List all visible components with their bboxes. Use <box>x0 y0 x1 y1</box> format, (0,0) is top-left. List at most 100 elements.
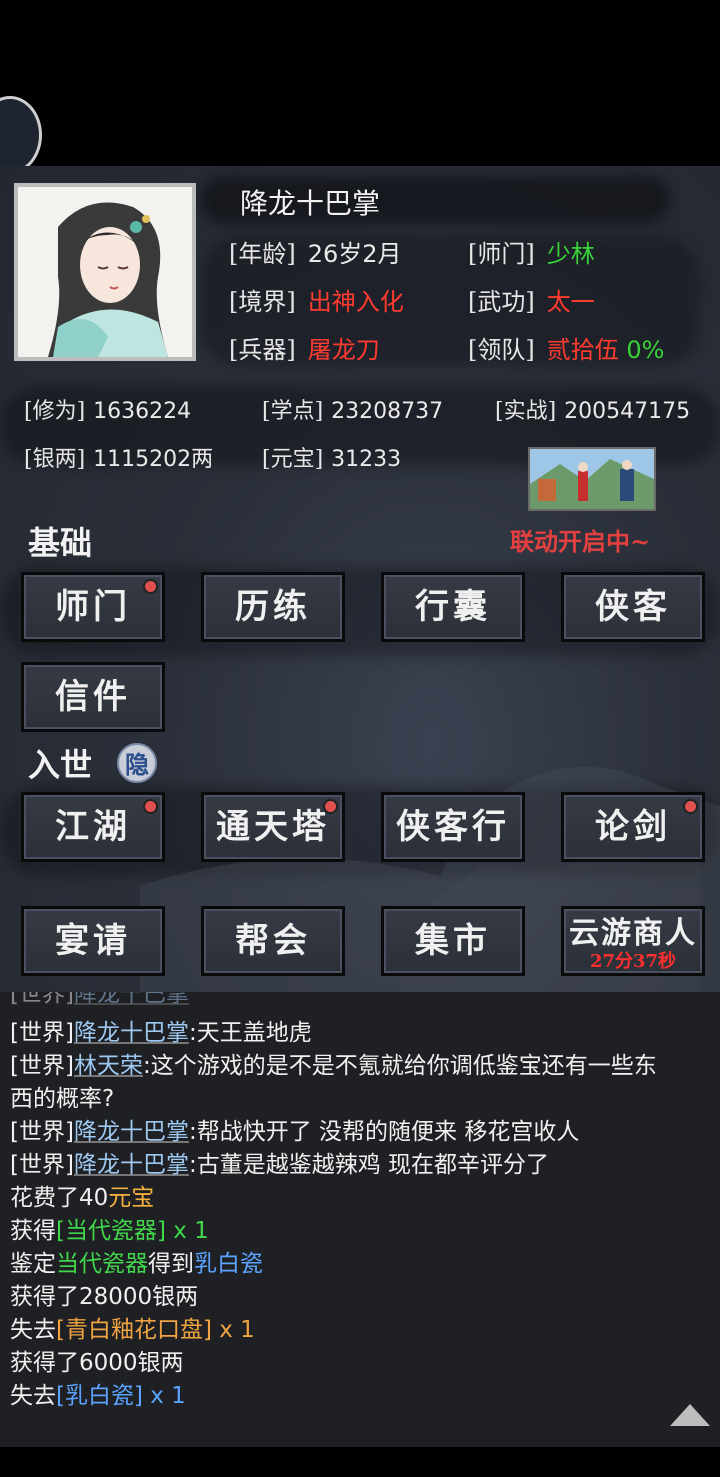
corner-menu-button[interactable] <box>0 96 42 174</box>
event-status-text[interactable]: 联动开启中~ <box>510 522 650 557</box>
character-portrait-art <box>18 187 192 357</box>
team-value: 贰拾伍 <box>546 336 619 364</box>
team-stat: [领队] 贰拾伍 0% <box>468 330 664 365</box>
ingot-value: 31233 <box>331 447 402 472</box>
guild-button[interactable]: 帮会 <box>201 906 345 976</box>
weapon-stat: [兵器] 屠龙刀 <box>229 330 380 365</box>
log-text: 西的概率? <box>10 1086 115 1112</box>
log-channel: [世界] <box>10 1020 74 1046</box>
sect-value: 少林 <box>546 240 595 268</box>
log-text: 获得了6000银两 <box>10 1350 184 1376</box>
hero-button-label: 侠客 <box>595 587 671 627</box>
weapon-label: [兵器] <box>229 336 296 364</box>
log-line: 获得[当代瓷器] x 1 <box>10 1215 209 1248</box>
log-quantity: x 1 <box>165 1218 209 1244</box>
duel-notification-dot <box>685 801 696 812</box>
log-channel: [世界] <box>10 1053 74 1079</box>
banquet-button-label: 宴请 <box>55 921 131 961</box>
log-line: [世界]林天荣:这个游戏的是不是不氪就给你调低鉴宝还有一些东 <box>10 1050 657 1083</box>
realm-value: 出神入化 <box>307 288 404 316</box>
character-portrait[interactable] <box>14 183 196 361</box>
log-item[interactable]: [当代瓷器] <box>56 1218 166 1244</box>
log-text: 获得 <box>10 1218 56 1244</box>
realm-stat: [境界] 出神入化 <box>229 282 404 317</box>
sect-label: [师门] <box>468 240 535 268</box>
knight-errant-button[interactable]: 侠客行 <box>381 792 525 862</box>
log-line: 获得了6000银两 <box>10 1347 184 1380</box>
team-percent: 0% <box>626 336 665 364</box>
world-section-title: 入世 <box>28 746 93 784</box>
ingot-label: [元宝] <box>262 447 324 472</box>
log-quantity: x 1 <box>211 1317 255 1343</box>
merchant-timer: 27分37秒 <box>589 951 677 972</box>
merchant-button-label: 云游商人 <box>569 916 697 951</box>
log-item[interactable]: [乳白瓷] <box>56 1383 143 1409</box>
log-line: 鉴定当代瓷器得到乳白瓷 <box>10 1248 263 1281</box>
log-line: 西的概率? <box>10 1083 114 1116</box>
training-button-label: 历练 <box>235 587 311 627</box>
tower-button-label: 通天塔 <box>216 807 330 847</box>
banquet-button[interactable]: 宴请 <box>21 906 165 976</box>
log-text: :天王盖地虎 <box>188 1020 312 1046</box>
mail-button[interactable]: 信件 <box>21 662 165 732</box>
log-line: [世界]降龙十巴掌:古董是越鉴越辣鸡 现在都辛评分了 <box>10 1149 549 1182</box>
event-banner-image[interactable] <box>528 447 656 511</box>
log-channel: [世界] <box>10 1152 74 1178</box>
log-text: 得到 <box>148 1251 194 1277</box>
log-item[interactable]: 当代瓷器 <box>56 1251 148 1277</box>
log-line: 获得了28000银两 <box>10 1281 198 1314</box>
hidden-badge-icon[interactable]: 隐 <box>117 743 157 783</box>
training-button[interactable]: 历练 <box>201 572 345 642</box>
scroll-up-arrow-icon[interactable] <box>670 1404 710 1426</box>
martial-value: 太一 <box>546 288 595 316</box>
log-item: 元宝 <box>108 1185 155 1211</box>
silver-value: 1115202两 <box>93 447 214 472</box>
mail-button-label: 信件 <box>55 677 131 717</box>
realm-label: [境界] <box>229 288 296 316</box>
duel-button[interactable]: 论剑 <box>561 792 705 862</box>
cultivation-value: 1636224 <box>93 399 192 424</box>
inventory-button-label: 行囊 <box>415 587 491 627</box>
age-stat: [年龄] 26岁2月 <box>229 234 402 269</box>
martial-label: [武功] <box>468 288 535 316</box>
combat-label: [实战] <box>495 399 557 424</box>
log-text: :帮战快开了 没帮的随便来 移花宫收人 <box>188 1119 580 1145</box>
log-text: 花费了40 <box>10 1185 109 1211</box>
log-sender[interactable]: 降龙十巴掌 <box>74 1020 189 1046</box>
log-channel: [世界] <box>10 992 74 1007</box>
log-sender[interactable]: 降龙十巴掌 <box>74 1119 189 1145</box>
sect-notification-dot <box>145 581 156 592</box>
combat-value: 200547175 <box>564 399 691 424</box>
silver-stat: [银两] 1115202两 <box>24 441 213 473</box>
log-line-partial: [世界]降龙十巴掌 <box>10 992 189 1011</box>
weapon-value: 屠龙刀 <box>307 336 380 364</box>
log-sender[interactable]: 降龙十巴掌 <box>74 1152 189 1178</box>
study-value: 23208737 <box>331 399 444 424</box>
tower-notification-dot <box>325 801 336 812</box>
jianghu-button[interactable]: 江湖 <box>21 792 165 862</box>
log-sender: 降龙十巴掌 <box>73 992 189 1007</box>
log-channel: [世界] <box>10 1119 74 1145</box>
inventory-button[interactable]: 行囊 <box>381 572 525 642</box>
log-line: 花费了40元宝 <box>10 1182 154 1215</box>
market-button[interactable]: 集市 <box>381 906 525 976</box>
market-button-label: 集市 <box>415 921 491 961</box>
log-text: 失去 <box>10 1383 56 1409</box>
log-text: :这个游戏的是不是不氪就给你调低鉴宝还有一些东 <box>142 1053 657 1079</box>
log-text: 鉴定 <box>10 1251 56 1277</box>
combat-stat: [实战] 200547175 <box>495 393 690 425</box>
merchant-button[interactable]: 云游商人 27分37秒 <box>561 906 705 976</box>
log-item[interactable]: [青白釉花口盘] <box>56 1317 212 1343</box>
log-text: 失去 <box>10 1317 56 1343</box>
team-label: [领队] <box>468 336 535 364</box>
guild-button-label: 帮会 <box>235 921 311 961</box>
log-item[interactable]: 乳白瓷 <box>194 1251 263 1277</box>
ingot-stat: [元宝] 31233 <box>262 441 401 473</box>
hero-button[interactable]: 侠客 <box>561 572 705 642</box>
chat-log[interactable]: [世界]降龙十巴掌 [世界]降龙十巴掌:天王盖地虎 [世界]林天荣:这个游戏的是… <box>0 992 720 1447</box>
tower-button[interactable]: 通天塔 <box>201 792 345 862</box>
duel-button-label: 论剑 <box>595 807 671 847</box>
log-sender[interactable]: 林天荣 <box>74 1053 143 1079</box>
jianghu-button-label: 江湖 <box>55 807 131 847</box>
sect-button[interactable]: 师门 <box>21 572 165 642</box>
